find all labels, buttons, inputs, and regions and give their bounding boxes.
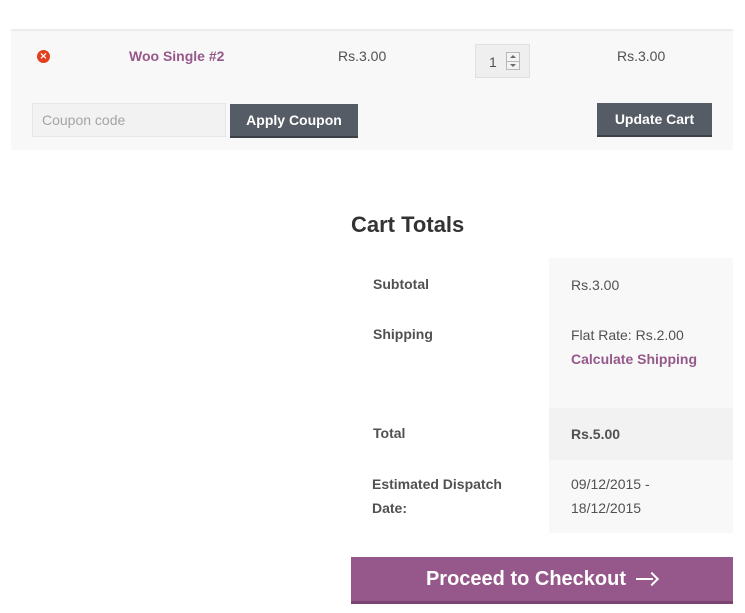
product-subtotal: Rs.3.00 — [617, 48, 666, 64]
subtotal-value: Rs.3.00 — [571, 277, 620, 293]
quantity-stepper[interactable]: 1 — [475, 44, 530, 78]
checkout-button-label: Proceed to Checkout — [425, 567, 627, 590]
quantity-increment-icon[interactable] — [506, 52, 520, 61]
coupon-code-input[interactable] — [32, 103, 226, 137]
dispatch-date-label-line1: Estimated Dispatch — [372, 476, 502, 492]
shipping-value: Flat Rate: Rs.2.00 — [571, 327, 684, 343]
dispatch-date-value-line1: 09/12/2015 - — [571, 476, 650, 492]
apply-coupon-button[interactable]: Apply Coupon — [230, 104, 358, 138]
arrow-right-icon — [636, 573, 658, 585]
dispatch-date-value-line2: 18/12/2015 — [571, 500, 642, 516]
quantity-decrement-icon[interactable] — [506, 61, 520, 70]
dispatch-date-label-line2: Date: — [372, 500, 408, 516]
cart-totals-title: Cart Totals — [351, 212, 465, 237]
total-label: Total — [373, 425, 406, 441]
quantity-value[interactable]: 1 — [489, 54, 497, 70]
shipping-label: Shipping — [373, 326, 433, 342]
product-name-link[interactable]: Woo Single #2 — [129, 48, 224, 64]
product-price: Rs.3.00 — [338, 48, 387, 64]
calculate-shipping-link[interactable]: Calculate Shipping — [571, 347, 697, 371]
proceed-to-checkout-button[interactable]: Proceed to Checkout — [351, 557, 733, 604]
quantity-spinner[interactable] — [506, 52, 520, 70]
remove-item-icon[interactable]: × — [37, 50, 50, 63]
subtotal-label: Subtotal — [373, 276, 429, 292]
total-value: Rs.5.00 — [571, 426, 621, 442]
update-cart-button[interactable]: Update Cart — [597, 103, 712, 137]
